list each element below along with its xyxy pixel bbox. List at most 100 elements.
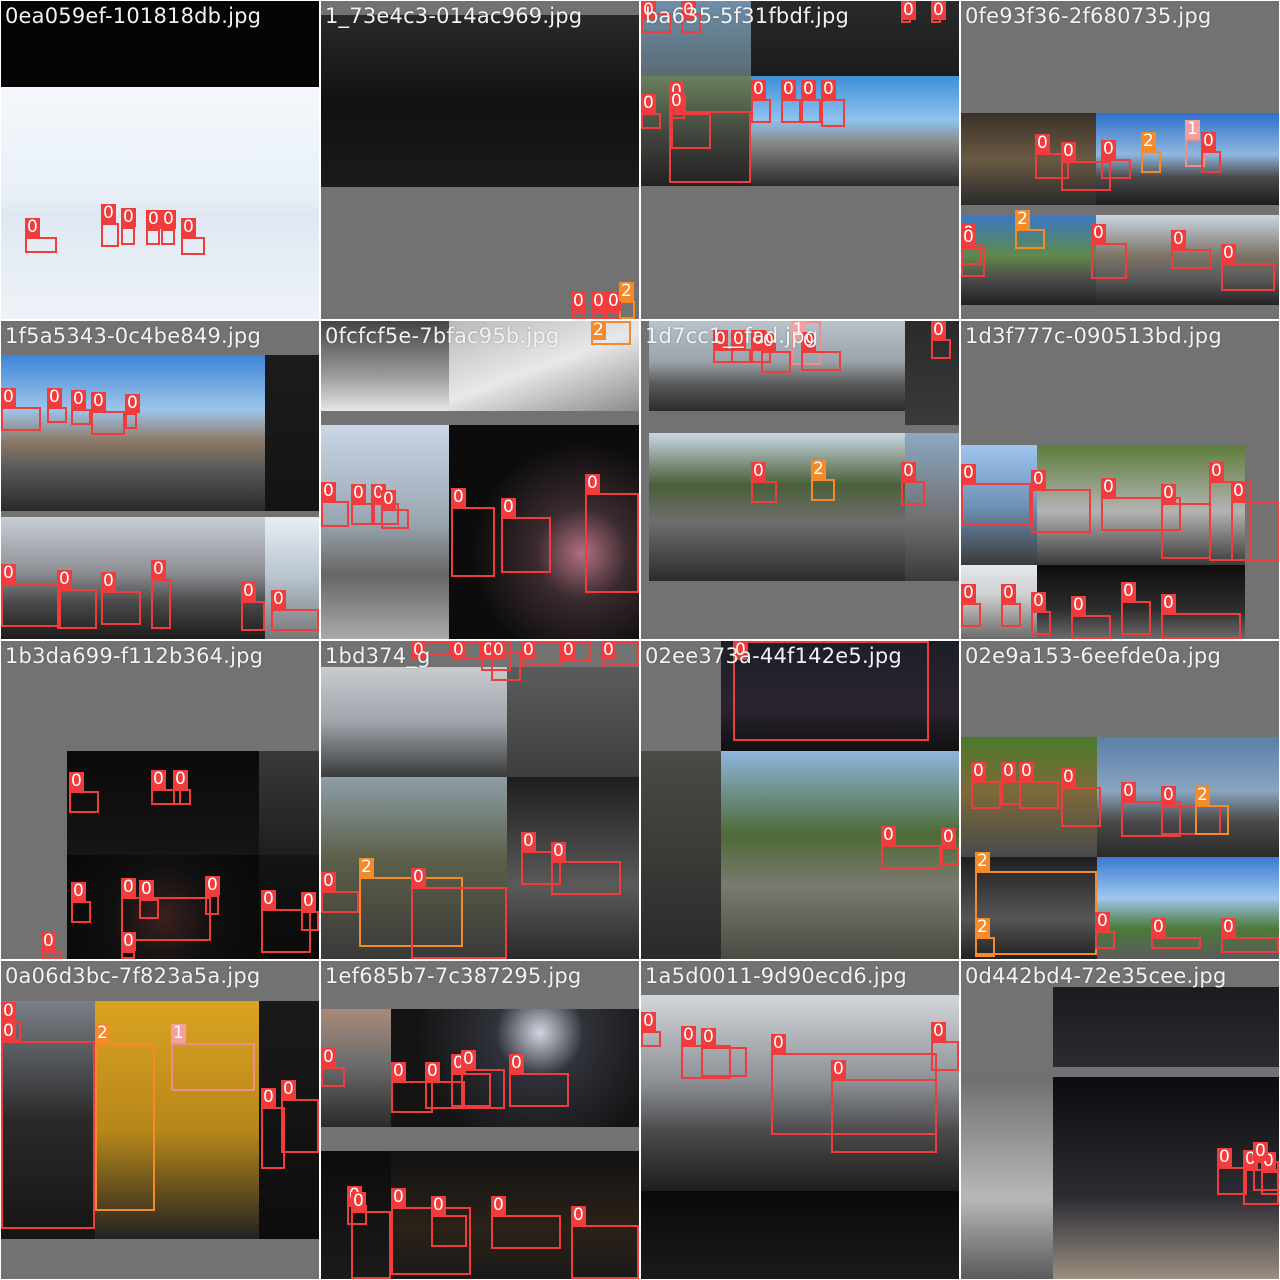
- detection-box: [1031, 489, 1091, 533]
- detection-box: [961, 247, 985, 277]
- detection-class-label: 0: [1161, 483, 1176, 503]
- detection-class-label: 0: [931, 1, 946, 20]
- detection-box: [101, 223, 119, 247]
- detection-class-label: 0: [321, 871, 336, 891]
- detection-box: [281, 1099, 319, 1153]
- detection-box: [761, 351, 791, 373]
- tile-image-region: [321, 667, 507, 777]
- detection-class-label: 0: [1151, 917, 1166, 937]
- detection-box: [801, 351, 841, 371]
- detection-class-label: 0: [351, 483, 366, 503]
- detection-class-label: 0: [1201, 131, 1216, 151]
- detection-box: [1001, 781, 1021, 805]
- detection-box: [321, 501, 349, 527]
- detection-class-label: 0: [146, 209, 161, 229]
- detection-class-label: 0: [461, 1049, 476, 1069]
- mosaic-tile: 0 0 0 0 1 0 0 2 0 0 1d7cc1__fad.jpg: [641, 321, 959, 639]
- detection-class-label: 0: [641, 1011, 656, 1031]
- detection-class-label: 0: [281, 1079, 296, 1099]
- detection-class-label: 0: [47, 387, 62, 407]
- detection-class-label: 0: [509, 1053, 524, 1073]
- detection-box: [931, 339, 951, 359]
- detection-class-label: 0: [391, 1061, 406, 1081]
- detection-box: [431, 1215, 467, 1247]
- detection-class-label: 0: [491, 1195, 506, 1215]
- tile-filename: 0fe93f36-2f680735.jpg: [965, 4, 1212, 28]
- detection-class-label: 0: [521, 641, 536, 660]
- detection-box: [831, 1079, 937, 1153]
- detection-class-label: 0: [1095, 911, 1110, 931]
- tile-image-region: [961, 1077, 1053, 1279]
- detection-class-label: 0: [1071, 595, 1086, 615]
- tile-filename: 1a5d0011-9d90ecd6.jpg: [645, 964, 907, 988]
- detection-class-label: 0: [551, 841, 566, 861]
- mosaic-tile: 0 0 0 0 0 0 0 0 0 0 0 0 1d3f777c-090513bd.jpg: [961, 321, 1279, 639]
- mosaic-tile: 0 2 1 0 0 0 0a06d3bc-7f823a5a.jpg: [1, 961, 319, 1279]
- detection-box: [171, 1043, 255, 1091]
- detection-class-label: 0: [521, 831, 536, 851]
- detection-class-label: 0: [1221, 917, 1236, 937]
- detection-box: [69, 791, 99, 813]
- detection-class-label: 2: [1141, 131, 1156, 151]
- detection-class-label: 0: [701, 1027, 716, 1047]
- tile-image-region: [1, 355, 265, 511]
- detection-class-label: 0: [1231, 481, 1246, 501]
- detection-box: [1, 583, 61, 627]
- detection-class-label: 0: [781, 79, 796, 99]
- detection-class-label: 2: [1195, 785, 1210, 805]
- detection-class-label: 0: [1121, 581, 1136, 601]
- detection-class-label: 0: [351, 1191, 366, 1211]
- detection-class-label: 0: [57, 569, 72, 589]
- detection-class-label: 2: [975, 917, 990, 937]
- detection-class-label: 0: [801, 79, 816, 99]
- detection-class-label: 0: [1061, 767, 1076, 787]
- detection-class-label: 0: [501, 497, 516, 517]
- mosaic-tile: 0 0 0 0 0 0 0 2 0fcfcf5e-7bfac95b.jpg: [321, 321, 639, 639]
- detection-class-label: 0: [121, 877, 136, 897]
- detection-class-label: 0: [1091, 223, 1106, 243]
- detection-box: [901, 481, 925, 505]
- detection-box: [1101, 159, 1131, 179]
- detection-box: [881, 845, 941, 869]
- detection-class-label: 0: [69, 771, 84, 791]
- detection-class-label: 0: [1101, 139, 1116, 159]
- tile-filename: 0a06d3bc-7f823a5a.jpg: [5, 964, 261, 988]
- tile-image-region: [905, 433, 959, 581]
- detection-class-label: 0: [571, 291, 586, 311]
- detection-box: [619, 301, 635, 319]
- detection-box: [321, 891, 359, 913]
- detection-class-label: 0: [881, 825, 896, 845]
- detection-class-label: 0: [161, 209, 176, 229]
- detection-class-label: 2: [811, 459, 826, 479]
- tile-filename: 1bd374_g: [325, 644, 431, 668]
- detection-class-label: 0: [261, 889, 276, 909]
- detection-class-label: 0: [101, 203, 116, 223]
- tile-filename: 1d3f777c-090513bd.jpg: [965, 324, 1222, 348]
- detection-box: [931, 1041, 959, 1071]
- detection-class-label: 0: [205, 875, 220, 895]
- detection-class-label: 0: [1209, 461, 1224, 481]
- detection-class-label: 0: [181, 217, 196, 237]
- detection-box: [961, 483, 1031, 525]
- tile-filename: 0d442bd4-72e35cee.jpg: [965, 964, 1227, 988]
- detection-box: [801, 99, 821, 123]
- detection-class-label: 0: [931, 1021, 946, 1041]
- detection-box: [47, 407, 67, 423]
- tile-filename: 1ef685b7-7c387295.jpg: [325, 964, 582, 988]
- detection-box: [585, 493, 639, 593]
- detection-class-label: 0: [751, 79, 766, 99]
- tile-filename: 1f5a5343-0c4be849.jpg: [5, 324, 261, 348]
- detection-class-label: 0: [271, 589, 286, 609]
- detection-class-label: 0: [1101, 477, 1116, 497]
- detection-class-label: 0: [669, 91, 684, 111]
- detection-class-label: 0: [1221, 243, 1236, 263]
- detection-box: [571, 1225, 639, 1279]
- detection-class-label: 0: [961, 583, 976, 603]
- detection-class-label: 0: [451, 487, 466, 507]
- detection-class-label: 0: [571, 1205, 586, 1225]
- detection-class-label: 2: [359, 857, 374, 877]
- detection-box: [941, 847, 959, 865]
- detection-box: [301, 911, 319, 931]
- detection-box: [501, 517, 551, 573]
- detection-class-label: 0: [451, 641, 466, 660]
